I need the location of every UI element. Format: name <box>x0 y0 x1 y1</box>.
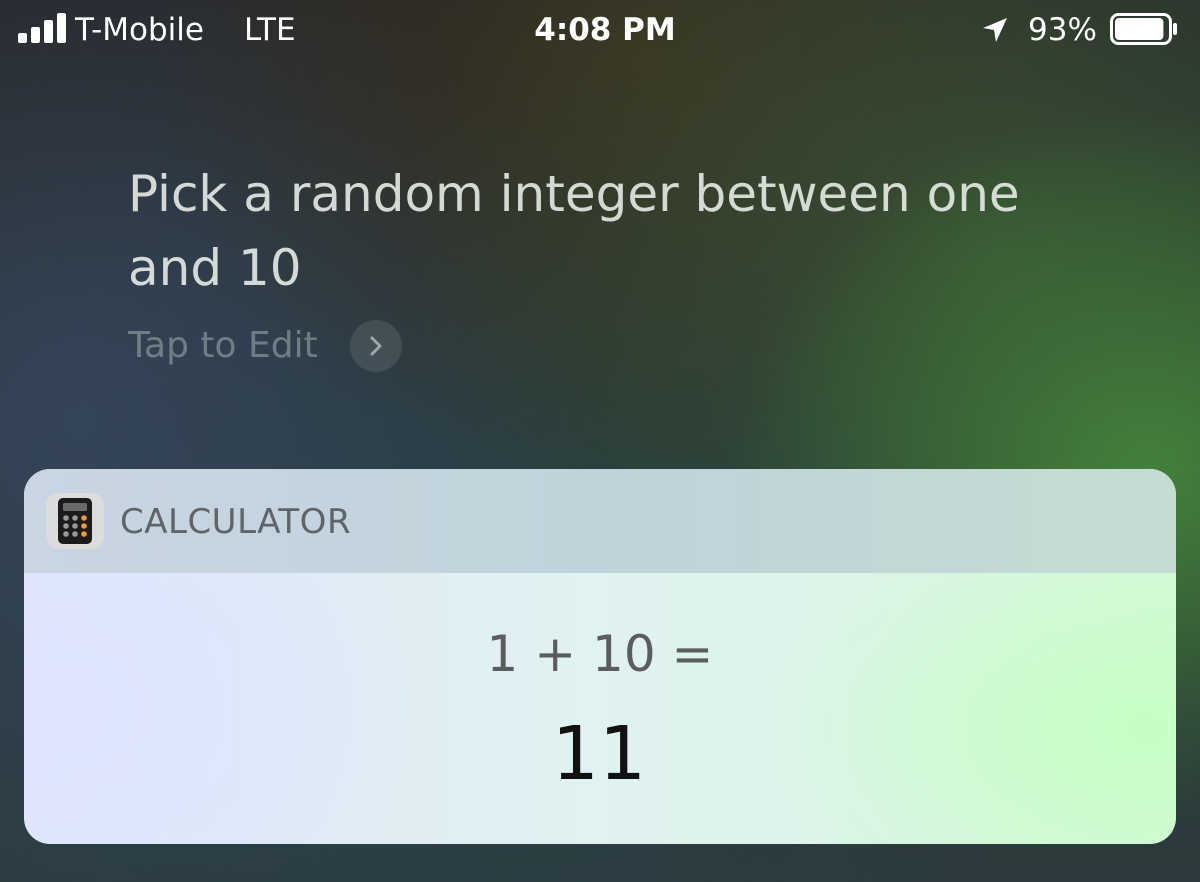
location-arrow-icon <box>983 18 1007 42</box>
status-bar: T-Mobile LTE 4:08 PM 93% <box>0 0 1200 62</box>
calculation-expression: 1 + 10 = <box>486 625 714 683</box>
card-header: CALCULATOR <box>24 469 1176 573</box>
battery-percent: 93% <box>1028 12 1097 48</box>
battery-icon <box>1110 13 1177 45</box>
calculator-icon <box>46 493 104 549</box>
tap-to-edit-button[interactable]: Tap to Edit <box>128 318 402 374</box>
app-name-label: CALCULATOR <box>120 502 352 542</box>
status-time: 4:08 PM <box>534 12 676 48</box>
calculator-result-card[interactable]: CALCULATOR 1 + 10 = 11 <box>24 469 1176 844</box>
chevron-right-icon[interactable] <box>349 320 402 372</box>
siri-query-text: Pick a random integer between one and 10 <box>128 165 1020 297</box>
tap-to-edit-label: Tap to Edit <box>128 325 318 366</box>
calculation-result: 11 <box>551 711 647 797</box>
